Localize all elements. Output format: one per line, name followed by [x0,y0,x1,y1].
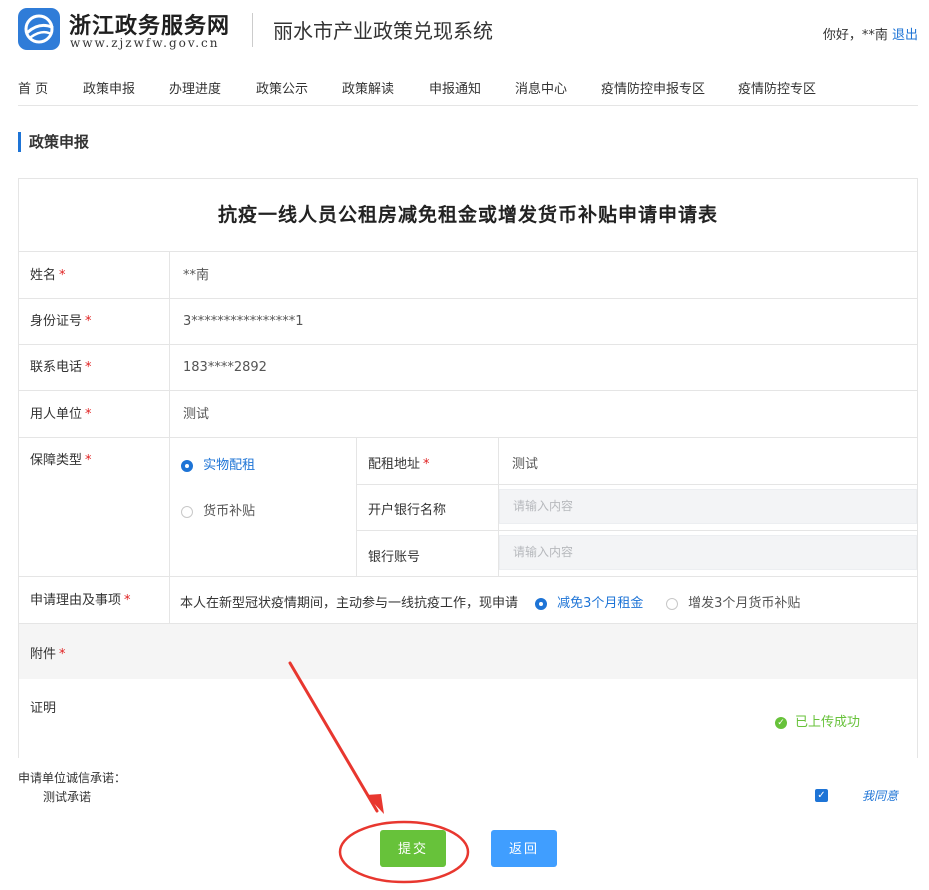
agree-checkbox[interactable]: ✓ [815,789,828,802]
proof-label: 证明 [30,701,57,716]
nav-item-home[interactable]: 首 页 [18,78,48,97]
form-row-attachment: 附件 * [19,624,917,679]
form-title: 抗疫一线人员公租房减免租金或增发货币补贴申请申请表 [19,179,917,252]
annotation-arrow-head [366,794,384,814]
system-name: 丽水市产业政策兑现系统 [273,19,493,43]
main-nav: 首 页 政策申报 办理进度 政策公示 政策解读 申报通知 消息中心 疫情防控申报… [18,70,918,106]
reason-text: 本人在新型冠状疫情期间，主动参与一线抗疫工作，现申请 [180,596,519,611]
reason-option-rent-reduction[interactable]: 减免3个月租金 [535,592,643,611]
nav-item-policy-notice[interactable]: 政策公示 [256,78,308,97]
agree-text[interactable]: 我同意 [862,787,898,804]
bank-name-input[interactable] [513,499,916,513]
form-row-id-number: 身份证号 * 3****************1 [19,299,917,345]
field-label: 身份证号 * [19,299,170,344]
check-circle-icon: ✓ [775,716,787,729]
guarantee-option-physical[interactable]: 实物配租 [181,454,255,473]
bank-name-label: 开户银行名称 [368,503,447,518]
nav-item-epidemic-apply[interactable]: 疫情防控申报专区 [601,78,705,97]
nav-item-policy-apply[interactable]: 政策申报 [83,78,135,97]
field-label: 联系电话 * [19,345,170,390]
form-row-employer: 用人单位 * 测试 [19,391,917,438]
nav-item-apply-notice[interactable]: 申报通知 [429,78,481,97]
field-label: 用人单位 * [19,391,170,437]
form-row-name: 姓名 * **南 [19,252,917,299]
field-label: 申请理由及事项 * [19,577,170,623]
radio-checked-icon [535,597,547,610]
divider [356,438,357,577]
field-label: 姓名 * [19,252,170,298]
form-block-guarantee: 保障类型* 实物配租 货币补贴 配租地址* 测试 开户银行名称 银行账号 [19,438,917,577]
reason-option-cash-subsidy[interactable]: 增发3个月货币补贴 [666,592,800,611]
pledge-text: 测试承诺 [43,790,92,804]
section-title: 政策申报 [18,132,89,152]
bank-account-input[interactable] [513,545,916,559]
user-greeting: 你好，**南 退出 [823,24,918,43]
zhejiang-gov-logo-icon [18,8,60,50]
greeting-text: 你好，**南 [822,28,888,43]
nav-item-progress[interactable]: 办理进度 [169,78,221,97]
rental-address-value: 测试 [512,457,539,472]
guarantee-option-cash[interactable]: 货币补贴 [181,500,255,519]
radio-unchecked-icon [181,505,193,518]
radio-checked-icon [181,459,193,472]
bank-name-input-wrap [499,489,917,524]
radio-unchecked-icon [666,597,678,610]
application-form: 抗疫一线人员公租房减免租金或增发货币补贴申请申请表 姓名 * **南 身份证号 * … [18,178,918,758]
form-row-phone: 联系电话 * 183****2892 [19,345,917,391]
pledge-label: 申请单位诚信承诺： [18,771,127,785]
field-label: 保障类型 * [19,438,170,576]
attachment-label: 附件 * [30,647,66,662]
nav-item-epidemic-zone[interactable]: 疫情防控专区 [738,78,816,97]
site-url: www.zjzwfw.gov.cn [70,36,220,50]
employer-value: 测试 [183,407,210,422]
id-number-value: 3****************1 [183,314,304,329]
logout-link[interactable]: 退出 [892,28,918,43]
submit-button[interactable]: 提交 [380,830,446,867]
rental-address-label: 配租地址 * [368,457,430,472]
back-button[interactable]: 返回 [491,830,557,867]
header-divider [252,13,253,47]
form-row-reason: 申请理由及事项 * 本人在新型冠状疫情期间，主动参与一线抗疫工作，现申请 减免3个… [19,577,917,624]
nav-item-policy-interpret[interactable]: 政策解读 [342,78,394,97]
header: 浙江政务服务网 www.zjzwfw.gov.cn 丽水市产业政策兑现系统 你好… [0,0,929,62]
divider [356,484,917,485]
bank-account-label: 银行账号 [368,550,421,565]
upload-status: ✓ 已上传成功 [775,711,860,730]
bank-account-input-wrap [499,535,917,570]
phone-value: 183****2892 [183,360,267,375]
divider [356,530,917,531]
nav-item-messages[interactable]: 消息中心 [515,78,567,97]
name-value: **南 [183,268,210,283]
